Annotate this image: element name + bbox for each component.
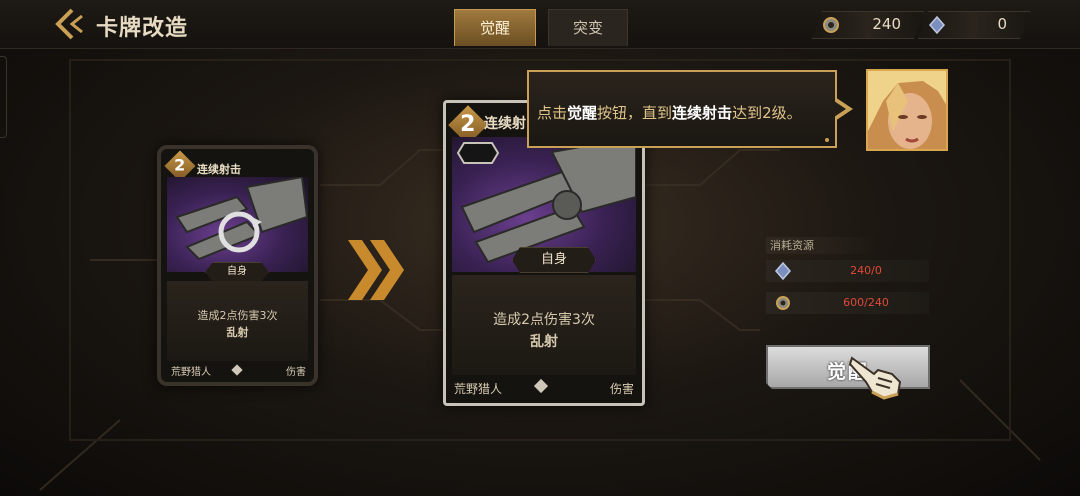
gun-arm-illustration [175,177,308,261]
gear-resource-icon [776,296,790,310]
character-face-illustration [868,71,946,149]
card-before-awaken[interactable]: 2 连续射击 自身 造成2点伤害3次 乱射 荒野猎人 伤害 [157,145,318,386]
target-badge: 自身 [512,247,596,273]
gear-resource-counter: 240 [812,11,924,39]
crystal-resource-counter: 0 [918,11,1030,39]
card-effect-text: 造成2点伤害3次 [197,309,278,322]
guide-character-portrait [866,69,948,151]
gear-resource-icon [821,15,841,35]
crystal-resource-icon [927,15,947,35]
back-arrow-icon[interactable] [50,6,90,42]
card-type-label: 伤害 [609,382,634,396]
card-type-label: 伤害 [286,367,306,378]
card-class-label: 荒野猎人 [171,367,211,378]
side-drawer-handle[interactable] [0,56,7,138]
rarity-diamond-icon [533,378,549,394]
gear-resource-value: 240 [872,15,901,33]
tooltip-continue-dot [825,138,829,142]
card-effect-text: 造成2点伤害3次 [493,312,595,328]
card-art [167,177,308,272]
cost-row-crystal: 240/0 [766,260,929,282]
tooltip-text: 点击觉醒按钮，直到连续射击达到2级。 [537,104,802,122]
top-bar: 卡牌改造 觉醒 突变 240 0 [0,0,1080,49]
tutorial-tooltip: 点击觉醒按钮，直到连续射击达到2级。 [527,70,837,148]
page-title: 卡牌改造 [96,16,189,41]
card-keyword-text: 乱射 [226,326,249,339]
crystal-resource-value: 0 [997,15,1007,33]
pointing-hand-icon [848,356,902,400]
tab-mutate[interactable]: 突变 [548,9,628,46]
target-badge: 自身 [205,262,269,282]
tab-awaken[interactable]: 觉醒 [454,9,536,46]
rarity-diamond-icon [231,364,243,376]
tooltip-pointer-inner [834,101,846,117]
card-name: 连续射 [484,116,526,132]
upgrade-arrows-icon [348,240,404,300]
crystal-resource-icon [775,262,791,280]
card-class-label: 荒野猎人 [454,382,503,396]
card-keyword-text: 乱射 [530,334,558,350]
card-name: 连续射击 [197,163,241,176]
card-description-area: 造成2点伤害3次 乱射 [167,281,308,361]
cost-value: 240/0 [850,264,882,277]
cost-value: 600/240 [843,296,889,309]
cost-row-gear: 600/240 [766,292,929,314]
card-description-area: 造成2点伤害3次 乱射 [452,275,636,375]
cost-panel-title: 消耗资源 [766,237,878,254]
